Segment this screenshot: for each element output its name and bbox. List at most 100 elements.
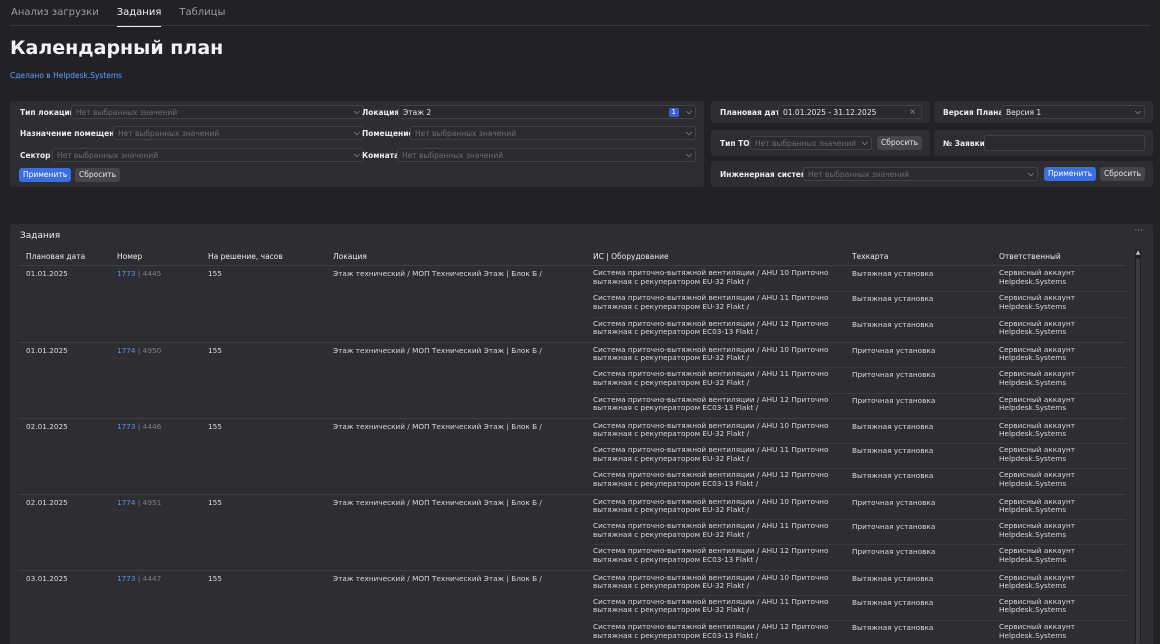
table-row[interactable]: Система приточно-вытяжной вентиляции / A…: [18, 519, 1126, 544]
plan-date-label: Плановая дата: [720, 108, 785, 117]
task-subnumber: | 4950: [135, 345, 162, 355]
chevron-down-icon: ⌵: [685, 107, 692, 116]
table-row[interactable]: Система приточно-вытяжной вентиляции / A…: [18, 317, 1126, 342]
cell-location: Этаж технический / МОП Технический Этаж …: [333, 345, 542, 355]
cell-techcard: Приточная установка: [852, 370, 936, 380]
eng-system-select[interactable]: Нет выбранных значений ⌵: [803, 167, 1038, 181]
col-number[interactable]: Номер: [117, 252, 142, 261]
col-plan-date[interactable]: Плановая дата: [26, 252, 85, 261]
cell-techcard: Вытяжная установка: [852, 294, 934, 304]
cell-responsible: Сервисный аккаунт Helpdesk.Systems: [999, 394, 1075, 413]
table-row[interactable]: Система приточно-вытяжной вентиляции / A…: [18, 443, 1126, 468]
table-row[interactable]: Система приточно-вытяжной вентиляции / A…: [18, 393, 1126, 418]
scroll-thumb[interactable]: [1136, 258, 1140, 644]
cell-responsible: Сервисный аккаунт Helpdesk.Systems: [999, 318, 1075, 337]
table-row[interactable]: 03.01.2025 1773 | 4447 155 Этаж технический…: [18, 569, 1126, 596]
apply-button[interactable]: Применить: [19, 168, 72, 182]
cell-hours: 155: [208, 421, 222, 431]
to-type-select[interactable]: Нет выбранных значений ⌵: [750, 136, 872, 150]
cell-date: 03.01.2025: [26, 573, 68, 583]
table-row[interactable]: 02.01.2025 1774 | 4951 155 Этаж технический…: [18, 493, 1126, 520]
location-select[interactable]: Этаж 2 1 ⌵: [398, 105, 696, 119]
request-number-input[interactable]: [984, 135, 1145, 151]
table-row[interactable]: 01.01.2025 1773 | 4445 155 Этаж технический…: [18, 266, 1126, 291]
sector-label: Сектор: [20, 151, 51, 160]
selected-count-badge: 1: [668, 108, 679, 117]
cell-responsible: Сервисный аккаунт Helpdesk.Systems: [999, 420, 1075, 439]
cell-equipment: Система приточно-вытяжной вентиляции / A…: [593, 622, 829, 640]
tasks-panel: Задания ··· Плановая дата Номер На решен…: [10, 224, 1153, 644]
tasks-title: Задания: [20, 231, 61, 241]
table-row[interactable]: Система приточно-вытяжной вентиляции / A…: [18, 468, 1126, 493]
cell-equipment: Система приточно-вытяжной вентиляции / A…: [593, 572, 829, 591]
room-purpose-select[interactable]: Нет выбранных значений ⌵: [113, 126, 364, 140]
room-label: Помещение: [362, 129, 414, 138]
row-divider: [593, 392, 1126, 394]
cell-responsible: Сервисный аккаунт Helpdesk.Systems: [999, 572, 1075, 591]
cell-location: Этаж технический / МОП Технический Этаж …: [333, 573, 542, 583]
row-divider: [593, 443, 1126, 445]
table-row[interactable]: Система приточно-вытяжной вентиляции / A…: [18, 620, 1126, 644]
sector-select[interactable]: Нет выбранных значений ⌵: [52, 148, 364, 162]
chevron-down-icon: ⌵: [685, 150, 692, 159]
row-divider: [593, 468, 1126, 470]
cell-techcard: Вытяжная установка: [852, 597, 934, 607]
cell-responsible: Сервисный аккаунт Helpdesk.Systems: [999, 470, 1075, 488]
plan-version-select[interactable]: Версия 1 ⌵: [1001, 105, 1145, 119]
table-row[interactable]: 01.01.2025 1774 | 4950 155 Этаж технический…: [18, 341, 1126, 368]
task-number-link[interactable]: 1774: [117, 498, 136, 507]
tab-tables[interactable]: Таблицы: [179, 0, 225, 25]
to-type-reset-button[interactable]: Сбросить: [877, 136, 922, 150]
task-number-link[interactable]: 1773: [117, 422, 136, 431]
cell-equipment: Система приточно-вытяжной вентиляции / A…: [593, 293, 829, 311]
cell-techcard: Вытяжная установка: [852, 573, 934, 583]
clear-icon[interactable]: ×: [909, 107, 916, 116]
table-scrollbar[interactable]: ▲: [1135, 249, 1141, 644]
cell-equipment: Система приточно-вытяжной вентиляции / A…: [593, 470, 829, 488]
cell-techcard: Вытяжная установка: [852, 319, 934, 329]
made-by-link[interactable]: Сделано в Helpdesk.Systems: [10, 71, 122, 80]
row-divider: [593, 620, 1126, 622]
table-row[interactable]: Система приточно-вытяжной вентиляции / A…: [18, 544, 1126, 569]
room-purpose-label: Назначение помещения: [20, 129, 125, 138]
eng-system-reset-button[interactable]: Сбросить: [1100, 167, 1145, 181]
chevron-down-icon: ⌵: [353, 128, 360, 137]
table-row[interactable]: 02.01.2025 1773 | 4446 155 Этаж технический…: [18, 417, 1126, 444]
col-responsible[interactable]: Ответственный: [999, 252, 1061, 261]
table-row[interactable]: Система приточно-вытяжной вентиляции / A…: [18, 367, 1126, 392]
more-menu-icon[interactable]: ···: [1134, 226, 1143, 236]
cell-responsible: Сервисный аккаунт Helpdesk.Systems: [999, 596, 1075, 615]
cell-number: 1773 | 4447: [117, 574, 161, 584]
location-type-label: Тип локации: [20, 108, 76, 117]
plan-version-label: Версия Плана*: [943, 108, 1008, 117]
cell-equipment: Система приточно-вытяжной вентиляции / A…: [593, 369, 829, 387]
cell-techcard: Вытяжная установка: [852, 623, 934, 633]
plan-date-input[interactable]: 01.01.2025 - 31.12.2025 ×: [778, 105, 922, 119]
cell-responsible: Сервисный аккаунт Helpdesk.Systems: [999, 546, 1075, 564]
to-type-label: Тип ТО: [720, 139, 750, 148]
cell-equipment: Система приточно-вытяжной вентиляции / A…: [593, 596, 829, 615]
tab-load-analysis[interactable]: Анализ загрузки: [11, 0, 99, 25]
reset-button[interactable]: Сбросить: [75, 168, 120, 182]
table-row[interactable]: Система приточно-вытяжной вентиляции / A…: [18, 291, 1126, 316]
cell-techcard: Вытяжная установка: [852, 421, 934, 431]
chamber-select[interactable]: Нет выбранных значений ⌵: [397, 148, 696, 162]
col-hours[interactable]: На решение, часов: [208, 252, 283, 261]
request-number-label: № Заявки: [943, 139, 985, 148]
tabs-divider: [10, 25, 1150, 26]
tab-tasks[interactable]: Задания: [116, 0, 162, 27]
cell-techcard: Вытяжная установка: [852, 446, 934, 456]
eng-system-apply-button[interactable]: Применить: [1044, 167, 1097, 181]
col-techcard[interactable]: Техкарта: [852, 252, 889, 261]
location-type-select[interactable]: Нет выбранных значений ⌵: [71, 105, 364, 119]
cell-techcard: Приточная установка: [852, 395, 936, 405]
task-number-link[interactable]: 1773: [117, 269, 136, 278]
cell-equipment: Система приточно-вытяжной вентиляции / A…: [593, 394, 829, 413]
col-location[interactable]: Локация: [333, 252, 367, 261]
scroll-up-icon[interactable]: ▲: [1135, 249, 1141, 257]
task-number-link[interactable]: 1774: [117, 346, 136, 355]
task-number-link[interactable]: 1773: [117, 574, 136, 583]
room-select[interactable]: Нет выбранных значений ⌵: [410, 126, 696, 140]
col-equipment[interactable]: ИС | Оборудование: [593, 252, 669, 261]
table-row[interactable]: Система приточно-вытяжной вентиляции / A…: [18, 595, 1126, 620]
